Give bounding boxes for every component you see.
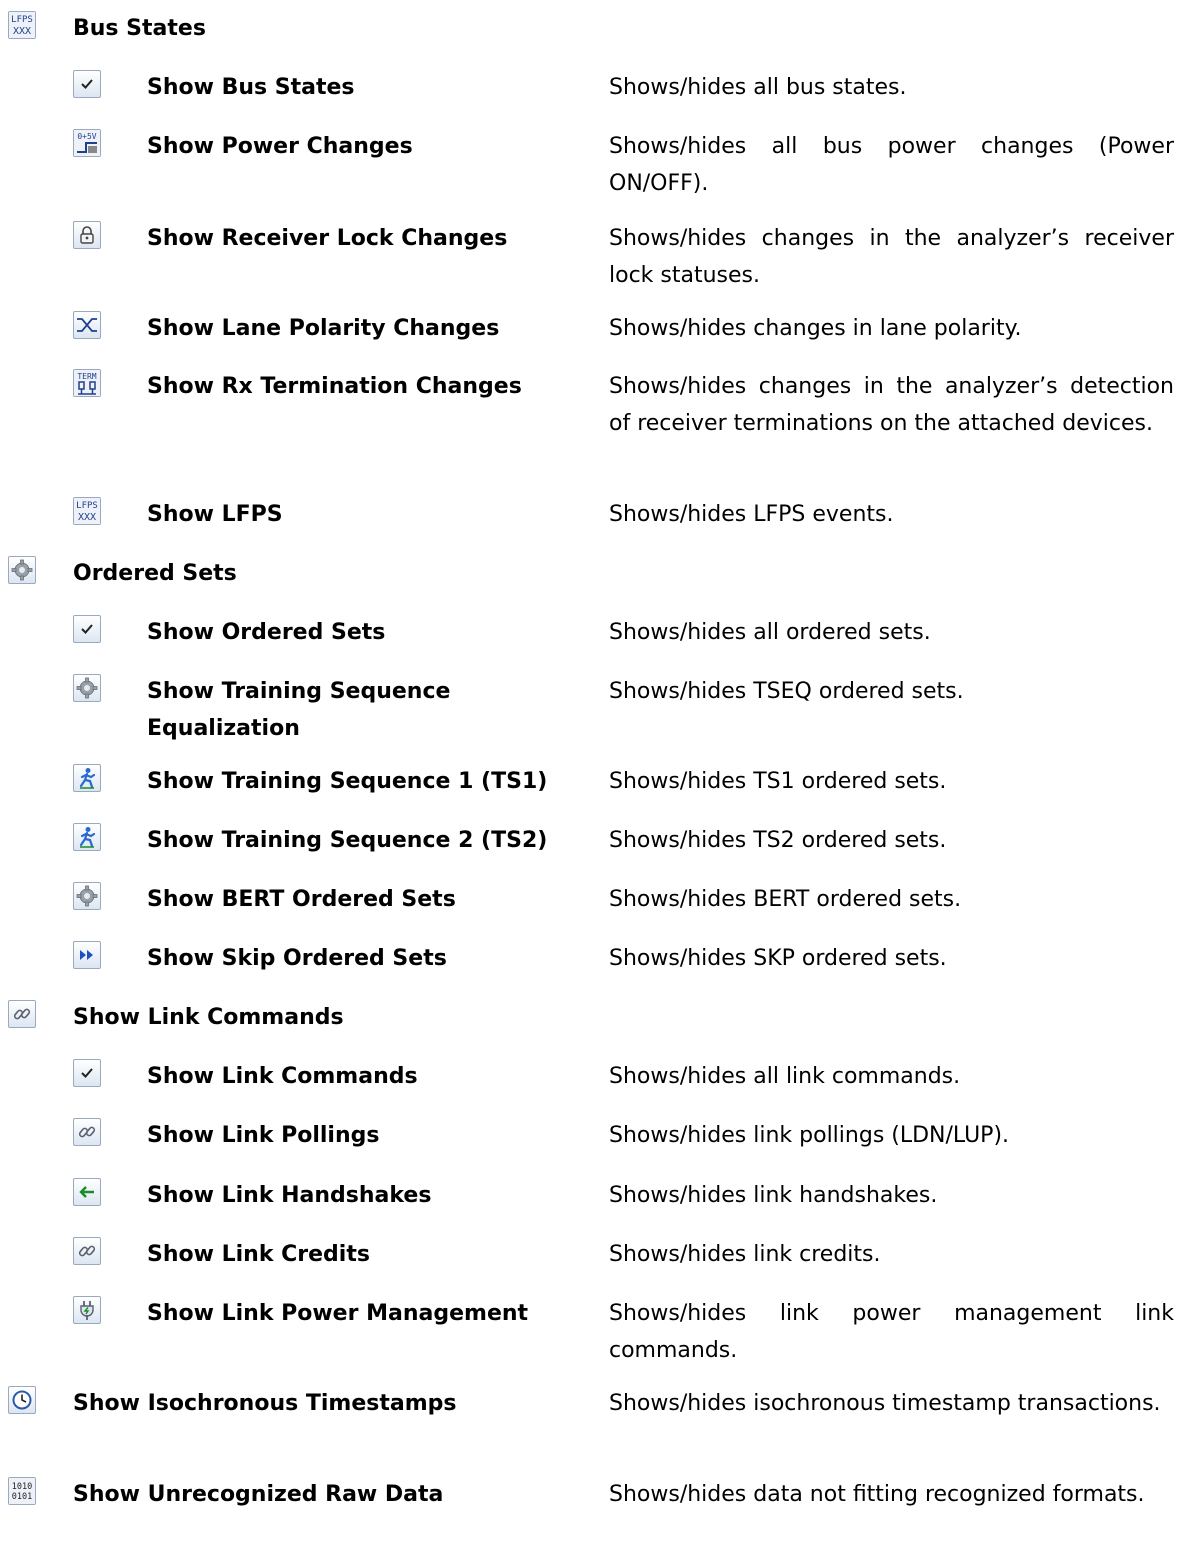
item-description: Shows/hides BERT ordered sets. <box>609 887 962 912</box>
item-description: Shows/hides link handshakes. <box>609 1183 938 1208</box>
item-label: Show Link Credits <box>147 1242 370 1267</box>
item-label: Show Training Sequence 1 (TS1) <box>147 769 548 794</box>
section-label: Ordered Sets <box>73 561 237 586</box>
svg-text:0+5V: 0+5V <box>77 132 96 141</box>
item-description: Shows/hides changes in the analyzer’s de… <box>609 374 1174 436</box>
item-description: Shows/hides all bus states. <box>609 75 907 100</box>
svg-text:LFPS: LFPS <box>76 501 98 511</box>
lfps-icon: LFPS XXX <box>73 497 101 525</box>
item-description: Shows/hides TS1 ordered sets. <box>609 769 947 794</box>
item-label: Show Rx Termination Changes <box>147 374 522 399</box>
item-description: Shows/hides all ordered sets. <box>609 620 931 645</box>
gear-icon <box>8 556 36 584</box>
item-description: Shows/hides data not fitting recognized … <box>609 1482 1145 1507</box>
gear-icon <box>73 674 101 702</box>
item-label: Show LFPS <box>147 502 283 527</box>
skip-icon <box>73 941 101 969</box>
item-label: Show Lane Polarity Changes <box>147 316 500 341</box>
svg-text:TERM: TERM <box>77 372 96 381</box>
svg-text:XXX: XXX <box>78 512 96 523</box>
item-description: Shows/hides TS2 ordered sets. <box>609 828 947 853</box>
item-description: Shows/hides link power management link c… <box>609 1301 1174 1363</box>
item-label: Show Link Commands <box>147 1064 418 1089</box>
item-label: Show Link Pollings <box>147 1123 380 1148</box>
item-description: Shows/hides TSEQ ordered sets. <box>609 679 964 704</box>
item-label: Show Link Power Management <box>147 1301 529 1326</box>
svg-text:LFPS: LFPS <box>11 15 33 25</box>
checkmark-icon <box>73 1059 101 1087</box>
chain-link-icon <box>73 1237 101 1265</box>
runner-icon <box>73 764 101 792</box>
page: LFPS XXX Bus States Show Bus States Shows… <box>0 0 1186 1543</box>
item-label: Show Training Sequence Equalization <box>147 679 451 741</box>
runner-icon <box>73 823 101 851</box>
item-description: Shows/hides all link commands. <box>609 1064 961 1089</box>
section-label: Show Link Commands <box>73 1005 344 1030</box>
section-label: Bus States <box>73 16 206 41</box>
svg-text:0101: 0101 <box>12 1492 32 1502</box>
lfps-icon: LFPS XXX <box>8 11 36 39</box>
item-description: Shows/hides all bus power changes (Power… <box>609 134 1174 196</box>
lock-icon <box>73 221 101 249</box>
chain-link-icon <box>8 1000 36 1028</box>
item-description: Shows/hides link pollings (LDN/LUP). <box>609 1123 1010 1148</box>
item-description: Shows/hides changes in the analyzer’s re… <box>609 226 1174 288</box>
chain-link-icon <box>73 1118 101 1146</box>
svg-text:1010: 1010 <box>12 1482 32 1492</box>
item-label: Show BERT Ordered Sets <box>147 887 456 912</box>
item-label: Show Link Handshakes <box>147 1183 432 1208</box>
termination-icon: TERM <box>73 369 101 397</box>
item-description: Shows/hides LFPS events. <box>609 502 894 527</box>
binary-data-icon: 1010 0101 <box>8 1477 36 1505</box>
checkmark-icon <box>73 615 101 643</box>
svg-text:XXX: XXX <box>13 26 31 37</box>
item-description: Shows/hides SKP ordered sets. <box>609 946 947 971</box>
item-label: Show Unrecognized Raw Data <box>73 1482 444 1507</box>
item-description: Shows/hides link credits. <box>609 1242 881 1267</box>
item-label: Show Training Sequence 2 (TS2) <box>147 828 548 853</box>
clock-icon <box>8 1386 36 1414</box>
gear-icon <box>73 882 101 910</box>
item-description: Shows/hides changes in lane polarity. <box>609 316 1022 341</box>
checkmark-icon <box>73 70 101 98</box>
power-change-icon: 0+5V <box>73 129 101 157</box>
item-label: Show Skip Ordered Sets <box>147 946 447 971</box>
item-label: Show Ordered Sets <box>147 620 386 645</box>
polarity-icon <box>73 311 101 339</box>
arrow-left-icon <box>73 1178 101 1206</box>
item-label: Show Isochronous Timestamps <box>73 1391 457 1416</box>
item-label: Show Receiver Lock Changes <box>147 226 508 251</box>
power-plug-icon <box>73 1296 101 1324</box>
item-label: Show Bus States <box>147 75 355 100</box>
item-label: Show Power Changes <box>147 134 413 159</box>
item-description: Shows/hides isochronous timestamp transa… <box>609 1391 1161 1416</box>
